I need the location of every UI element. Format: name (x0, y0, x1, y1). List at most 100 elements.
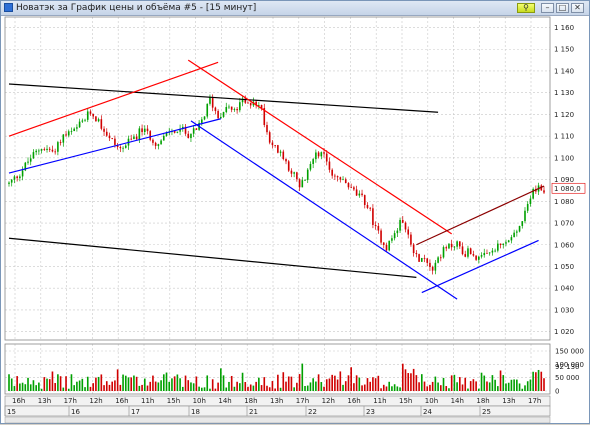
candle-body (342, 179, 344, 181)
horizontal-scrollbar[interactable] (4, 416, 551, 424)
volume-bar (29, 384, 32, 391)
volume-bar (146, 385, 149, 391)
candle-body (43, 149, 46, 150)
volume-bar (59, 376, 62, 391)
volume-bar (100, 374, 103, 391)
candle-body (225, 106, 228, 113)
candle-body (152, 139, 154, 143)
candle-body (396, 230, 399, 234)
price-axis: 1 160 1 150 1 140 1 130 1 120 1 110 1 100 1 090… (554, 24, 574, 336)
volume-bar (543, 378, 545, 391)
candle-body (385, 244, 388, 251)
candle-body (486, 252, 488, 254)
volume-axis: 150 000100 00050 0000 (555, 348, 584, 396)
volume-bar (10, 378, 13, 391)
day-label: 21 (249, 408, 258, 416)
volume-bar (51, 371, 54, 391)
candle-body (361, 193, 363, 196)
price-tick-label: 1 100 (554, 154, 574, 162)
candle-body (374, 224, 377, 226)
candle-body (309, 163, 312, 170)
volume-bar (507, 382, 510, 391)
candle-body (355, 189, 358, 196)
candle-body (505, 242, 507, 244)
candle-body (507, 240, 510, 243)
volume-bar (217, 382, 219, 391)
hour-label: 15h (167, 397, 180, 405)
candle-body (377, 225, 380, 231)
volume-bar (181, 386, 184, 391)
volume-bar (423, 381, 426, 391)
hour-label: 10h (425, 397, 438, 405)
volume-bar (43, 377, 46, 391)
candle-body (339, 177, 342, 180)
hour-label: 13h (502, 397, 515, 405)
candle-body (290, 170, 293, 174)
candle-body (445, 247, 448, 249)
volume-bar (410, 373, 412, 391)
candle-body (78, 121, 81, 128)
volume-bar (111, 381, 114, 391)
candle-body (70, 131, 73, 132)
volume-bar (89, 386, 92, 391)
candle-body (426, 258, 429, 263)
candle-body (334, 175, 336, 177)
candle-body (404, 222, 407, 230)
price-volume-chart[interactable]: 1 160 1 150 1 140 1 130 1 120 1 110 1 100 1 090… (1, 1, 590, 425)
volume-bar (358, 377, 361, 391)
volume-bar (315, 381, 317, 391)
volume-bar (108, 384, 111, 391)
volume-bar (124, 375, 127, 391)
hour-label: 16h (347, 397, 360, 405)
candle-body (529, 198, 532, 205)
volume-bar (260, 385, 263, 391)
last-volume-label: 92 130 (555, 363, 580, 371)
candle-body (296, 172, 298, 180)
volume-bar (488, 382, 491, 391)
candle-body (439, 257, 442, 259)
candle-body (13, 176, 16, 180)
price-tick-label: 1 030 (554, 306, 574, 314)
volume-bar (336, 379, 339, 391)
day-label: 25 (482, 408, 491, 416)
candle-body (317, 152, 320, 157)
volume-bar (532, 371, 534, 391)
candle-body (323, 152, 325, 154)
day-label: 17 (131, 408, 140, 416)
volume-bar (92, 383, 94, 391)
volume-bar (211, 379, 214, 391)
volume-bar (518, 383, 521, 391)
candle-body (97, 119, 100, 122)
volume-bar (374, 378, 377, 391)
volume-bar (301, 363, 304, 391)
candle-body (203, 116, 206, 120)
volume-bar (271, 381, 274, 391)
time-axis-days[interactable] (4, 405, 551, 417)
candle-body (491, 250, 494, 253)
candle-body (293, 172, 295, 174)
candle-body (510, 237, 513, 241)
volume-bar (317, 374, 320, 391)
candle-body (59, 142, 62, 143)
volume-bar (445, 386, 448, 391)
candle-body (304, 179, 306, 181)
volume-bar (442, 377, 445, 391)
volume-bar (334, 375, 336, 391)
last-price-marker: 1 080,0 (551, 182, 586, 194)
candle-body (478, 256, 480, 260)
volume-bar (282, 372, 285, 391)
candle-body (122, 147, 124, 149)
candle-body (124, 145, 127, 148)
volume-bar (176, 374, 179, 391)
candle-body (195, 128, 198, 130)
day-label: 16 (71, 408, 80, 416)
candle-body (76, 127, 78, 129)
candle-body (363, 195, 366, 205)
candle-body (391, 238, 393, 241)
candle-body (388, 240, 391, 251)
volume-bar (24, 384, 27, 391)
candle-body (27, 161, 29, 163)
volume-bar (27, 377, 29, 391)
candle-body (469, 248, 472, 255)
candle-body (111, 138, 114, 139)
